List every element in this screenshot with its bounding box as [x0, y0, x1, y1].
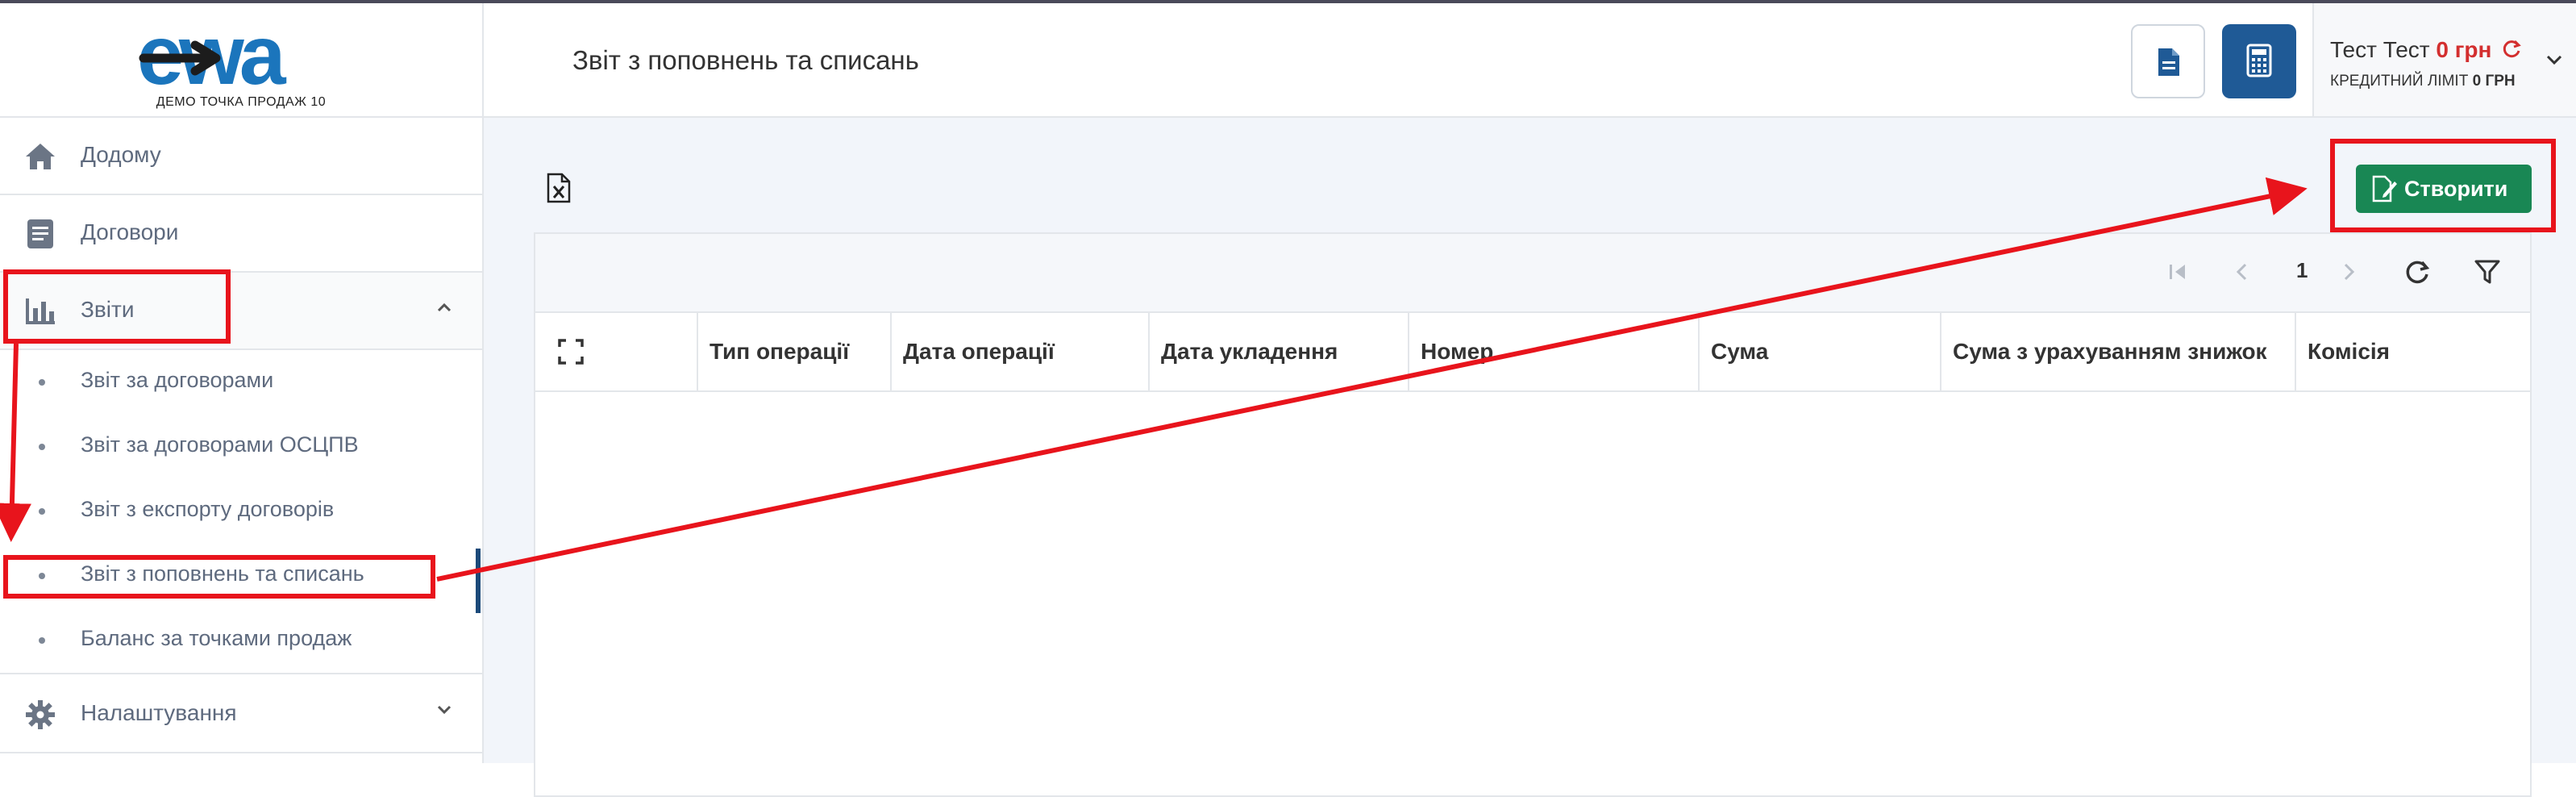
- arrow-down: [0, 343, 31, 542]
- arrow-to-create: [436, 177, 2308, 582]
- annotation-arrows: [0, 177, 2308, 582]
